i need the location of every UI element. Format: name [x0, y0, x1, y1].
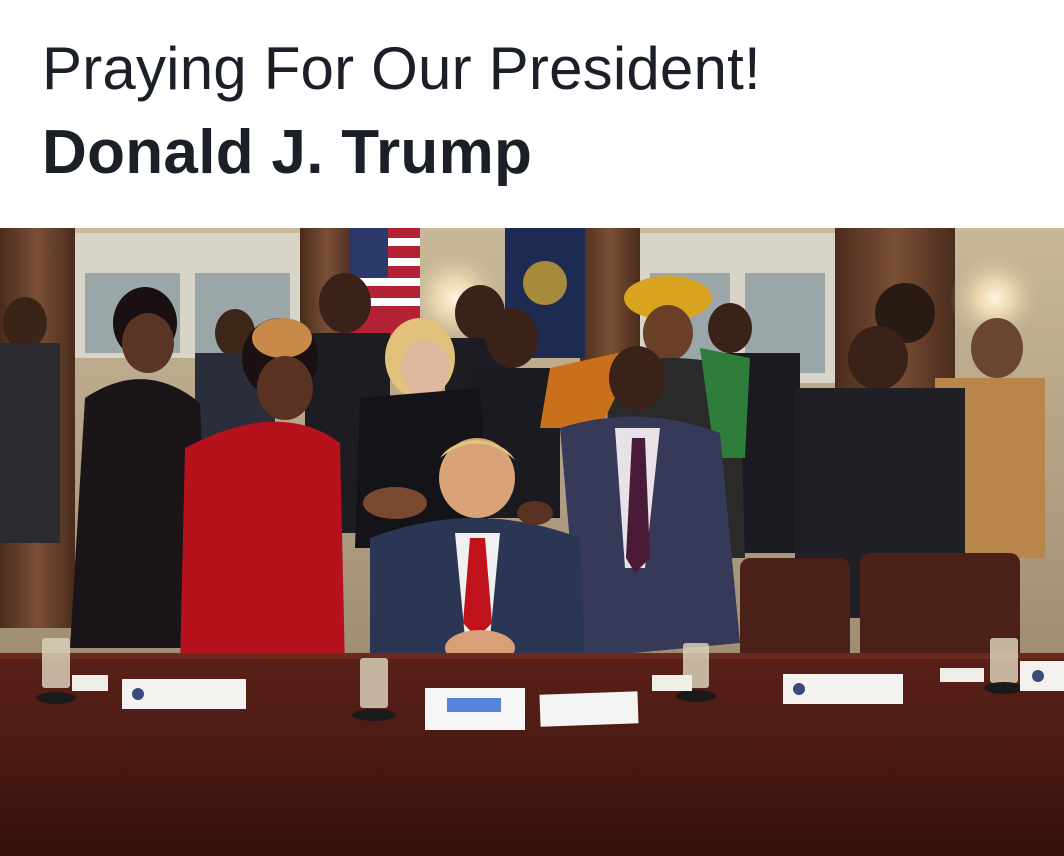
paper-sheet [539, 691, 639, 727]
napkin [652, 675, 692, 691]
caption-title: Praying For Our President! [42, 35, 761, 102]
napkin [72, 675, 108, 691]
name-tent [1020, 661, 1064, 691]
napkin [940, 668, 984, 682]
water-glass [36, 638, 76, 704]
prayer-photo [0, 228, 1064, 856]
water-glass [984, 638, 1024, 694]
document-chart [425, 688, 525, 730]
caption-header: Praying For Our President! Donald J. Tru… [0, 0, 1064, 228]
name-tent [122, 679, 246, 709]
caption-subtitle: Donald J. Trump [42, 118, 533, 187]
name-tent [783, 674, 903, 704]
